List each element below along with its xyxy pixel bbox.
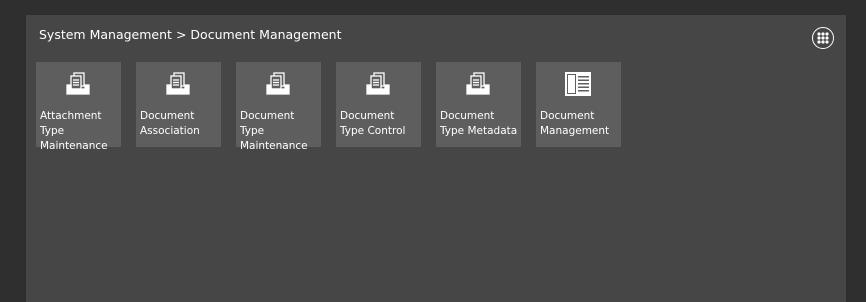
document-tray-icon (166, 72, 190, 95)
tile-document-type-metadata[interactable]: Document Type Metadata (436, 62, 521, 147)
grid-menu-button[interactable] (812, 27, 834, 49)
breadcrumb-separator: > (175, 27, 187, 42)
document-tray-icon (66, 72, 90, 95)
breadcrumb-current: Document Management (190, 27, 342, 42)
content-panel: System Management > Document Management At… (26, 15, 846, 302)
breadcrumb-parent[interactable]: System Management (39, 27, 172, 42)
document-tray-icon (466, 72, 490, 95)
tile-document-association[interactable]: Document Association (136, 62, 221, 147)
tile-label: Document Association (140, 110, 200, 137)
tile-label: Document Type Maintenance (240, 110, 308, 152)
tile-document-management[interactable]: Document Management (536, 62, 621, 147)
grid-menu-icon (817, 32, 829, 44)
tile-label: Document Type Control (340, 110, 406, 137)
top-strip (0, 0, 866, 15)
document-tray-icon (366, 72, 390, 95)
tile-document-type-maintenance[interactable]: Document Type Maintenance (236, 62, 321, 152)
tile-label: Attachment Type Maintenance (40, 110, 108, 152)
document-tray-icon (266, 72, 290, 95)
tile-attachment-type-maintenance[interactable]: Attachment Type Maintenance (36, 62, 121, 152)
breadcrumb: System Management > Document Management (39, 27, 342, 42)
tile-document-type-control[interactable]: Document Type Control (336, 62, 421, 147)
document-list-icon (565, 72, 591, 96)
tile-label: Document Type Metadata (440, 110, 518, 137)
tile-label: Document Management (540, 110, 610, 137)
